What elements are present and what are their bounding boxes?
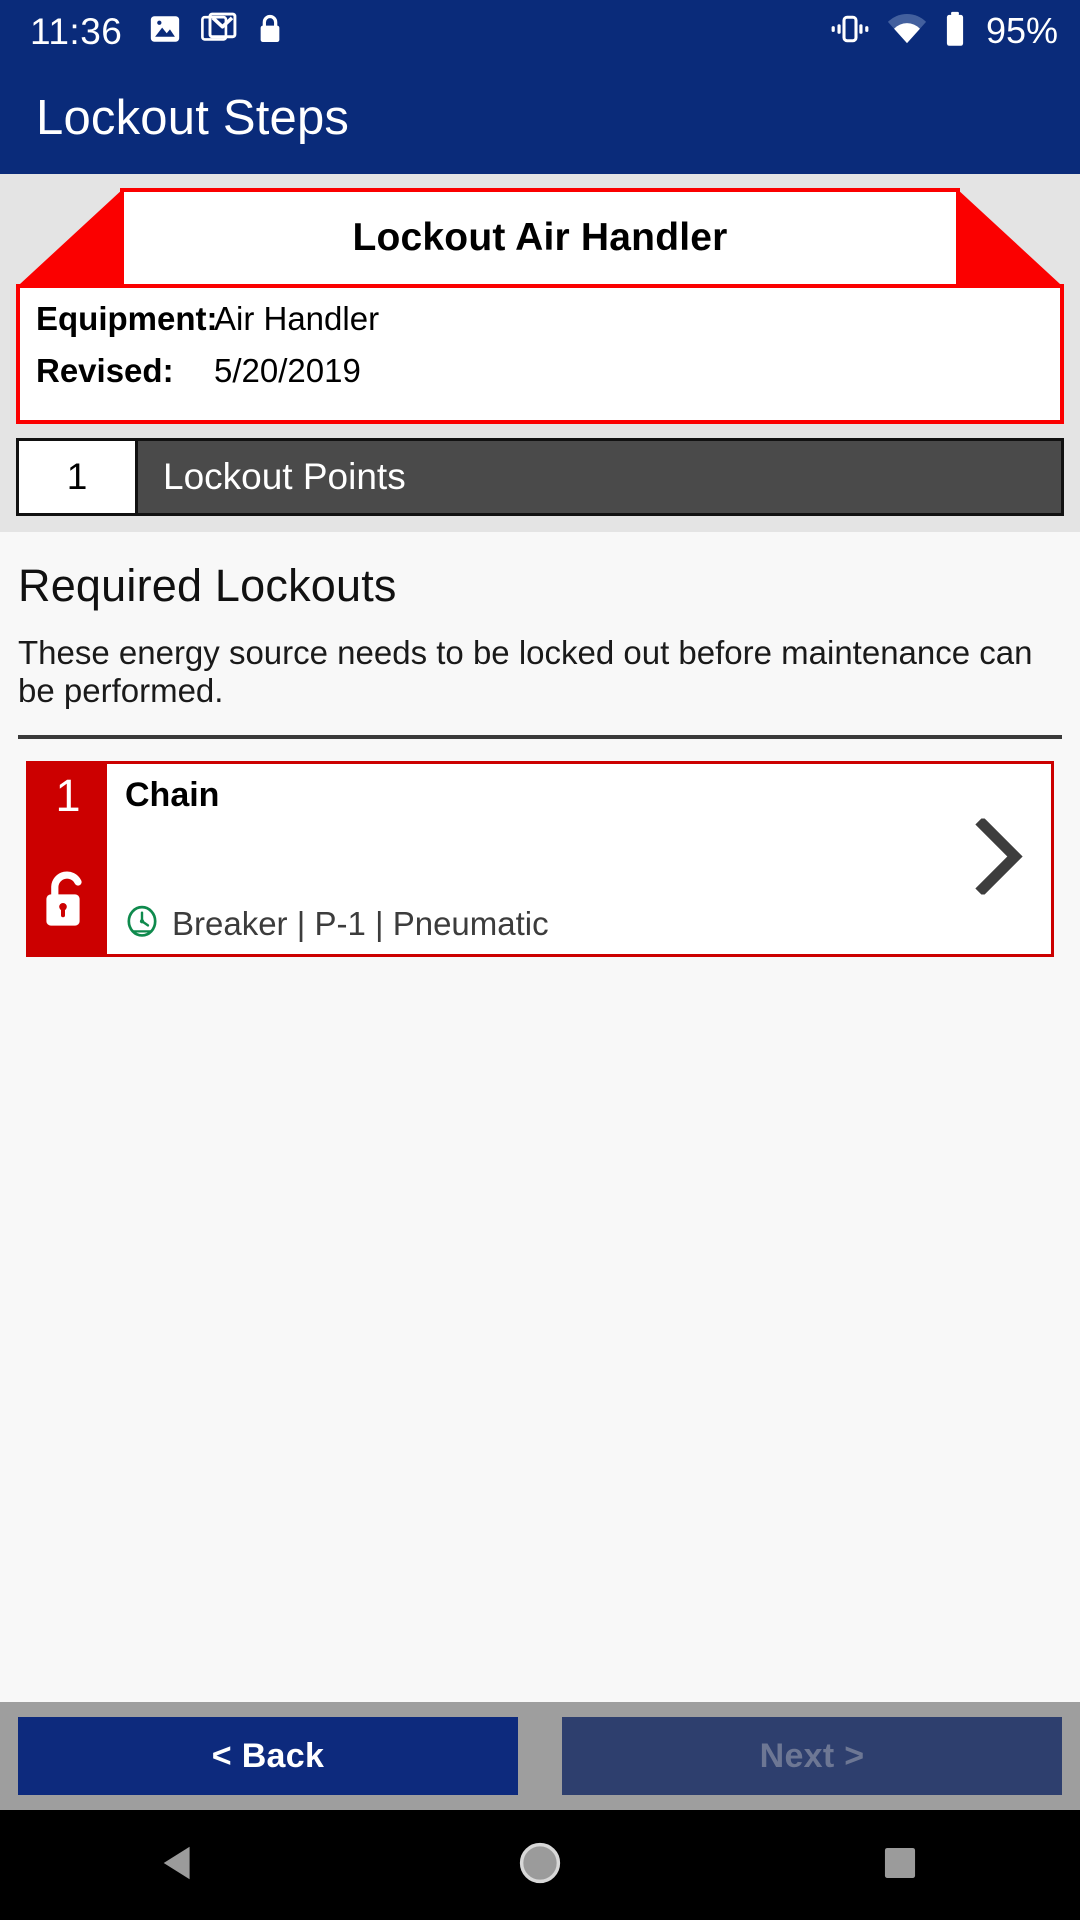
equipment-header-panel: Lockout Air Handler Equipment: Air Handl…: [0, 174, 1080, 532]
section-title: Required Lockouts: [18, 560, 397, 611]
equipment-info-box: Equipment: Air Handler Revised: 5/20/201…: [16, 284, 1064, 424]
ribbon-title: Lockout Air Handler: [352, 216, 728, 259]
lockout-points-bar: 1 Lockout Points: [16, 438, 1064, 516]
section-divider: [18, 734, 1062, 739]
lockout-list-item[interactable]: 1 Chain Breaker | P-1 | Pneumatic: [26, 760, 1054, 957]
circle-home-icon: [517, 1840, 563, 1891]
ribbon-banner: Lockout Air Handler: [16, 188, 1064, 284]
ribbon-left-wing: [20, 188, 124, 284]
page-title: Lockout Steps: [36, 91, 350, 145]
battery-icon: [944, 11, 966, 52]
status-bar: 11:36 95%: [0, 0, 1080, 62]
equipment-value: Air Handler: [214, 300, 380, 337]
status-bar-clock: 11:36: [30, 10, 123, 52]
square-recents-icon: [879, 1842, 921, 1889]
wizard-footer: < Back Next >: [0, 1702, 1080, 1810]
lockout-points-label: Lockout Points: [163, 456, 406, 497]
nav-recents-button[interactable]: [830, 1810, 970, 1920]
unlocked-padlock-icon: [29, 868, 107, 932]
lock-icon: [256, 12, 284, 51]
nav-back-button[interactable]: [110, 1810, 250, 1920]
info-row-equipment: Equipment: Air Handler: [36, 300, 1044, 352]
section-description: These energy source needs to be locked o…: [18, 634, 1033, 710]
lockout-name: Chain: [125, 775, 220, 814]
lockout-card-body: Chain Breaker | P-1 | Pneumatic: [107, 764, 1051, 954]
chevron-right-icon[interactable]: [973, 816, 1025, 899]
ribbon-right-wing: [956, 188, 1060, 284]
info-row-revised: Revised: 5/20/2019: [36, 352, 1044, 404]
equipment-label: Equipment:: [36, 300, 218, 337]
vibrate-icon: [830, 12, 870, 51]
triangle-back-icon: [157, 1840, 203, 1891]
photos-icon: [148, 12, 182, 51]
gauge-icon: [125, 905, 159, 944]
lockout-points-count: 1: [19, 441, 138, 513]
wifi-icon: [887, 12, 927, 51]
revised-label: Revised:: [36, 352, 174, 389]
lockout-meta: Breaker | P-1 | Pneumatic: [125, 905, 1033, 944]
back-button[interactable]: < Back: [18, 1717, 518, 1795]
android-navigation-bar: [0, 1810, 1080, 1920]
lockout-index-strip: 1: [29, 763, 107, 954]
battery-percent-label: 95%: [985, 10, 1058, 51]
phone-screen: 11:36 95% Lockout Steps Lockout Air Hand…: [0, 0, 1080, 1920]
lockout-meta-text: Breaker | P-1 | Pneumatic: [172, 905, 549, 943]
gmail-icon: [201, 12, 237, 51]
nav-home-button[interactable]: [470, 1810, 610, 1920]
main-content: Required Lockouts These energy source ne…: [0, 532, 1080, 1702]
revised-value: 5/20/2019: [214, 352, 361, 389]
lockout-number: 1: [55, 769, 81, 821]
status-bar-notification-icons: [148, 12, 284, 51]
status-bar-system-icons: 95%: [830, 11, 1058, 52]
app-bar: Lockout Steps: [0, 62, 1080, 174]
ribbon-center: Lockout Air Handler: [120, 188, 960, 284]
next-button[interactable]: Next >: [562, 1717, 1062, 1795]
